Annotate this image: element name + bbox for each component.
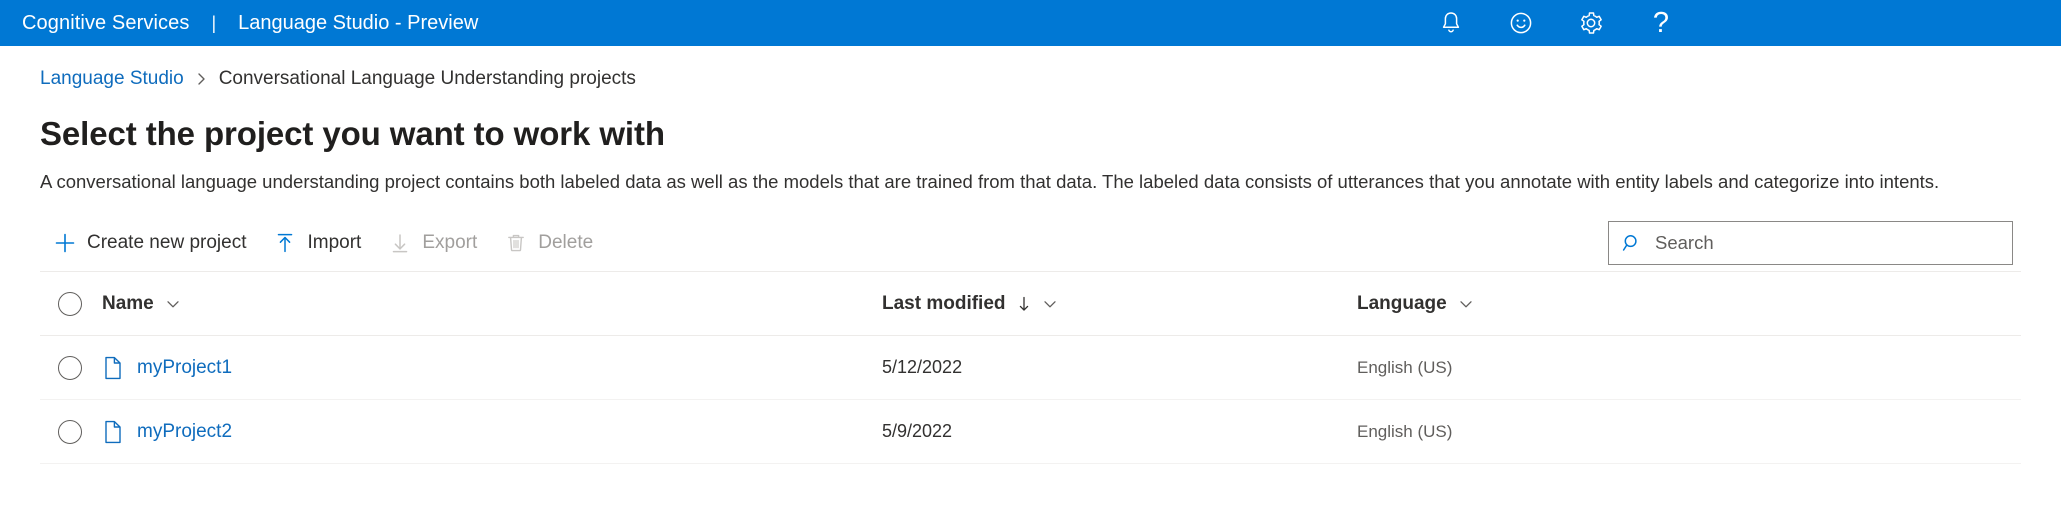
- table-row[interactable]: myProject1 5/12/2022 English (US): [40, 336, 2021, 401]
- search-box[interactable]: [1608, 221, 2013, 266]
- import-button[interactable]: Import: [260, 221, 375, 265]
- row-name-cell: myProject2: [102, 419, 882, 445]
- page-title: Select the project you want to work with: [40, 115, 665, 152]
- export-button[interactable]: Export: [375, 221, 491, 265]
- row-select-radio[interactable]: [58, 419, 82, 444]
- create-new-project-label: Create new project: [87, 232, 247, 254]
- export-label: Export: [422, 232, 478, 254]
- row-language-cell: English (US): [1357, 422, 2021, 442]
- notifications-bell-icon[interactable]: [1436, 8, 1466, 38]
- sort-descending-arrow-icon[interactable]: [1017, 295, 1031, 313]
- settings-gear-icon[interactable]: [1576, 8, 1606, 38]
- plus-icon: [54, 232, 76, 254]
- page-body: Language Studio Conversational Language …: [0, 68, 2061, 465]
- header-actions: ?: [1436, 8, 2061, 38]
- page-description: A conversational language understanding …: [40, 171, 1940, 192]
- brand-separator: |: [211, 12, 217, 33]
- select-all-radio[interactable]: [58, 291, 82, 316]
- document-icon: [102, 419, 124, 445]
- search-icon: [1621, 232, 1643, 254]
- import-label: Import: [307, 232, 362, 254]
- select-all-cell: [40, 291, 102, 316]
- breadcrumb-chevron-icon: [195, 72, 208, 86]
- row-language-cell: English (US): [1357, 358, 2021, 378]
- column-header-language-group[interactable]: Language: [1357, 289, 1474, 319]
- chevron-down-icon[interactable]: [1042, 296, 1058, 312]
- breadcrumb: Language Studio Conversational Language …: [40, 68, 2021, 90]
- delete-button[interactable]: Delete: [491, 221, 607, 265]
- download-arrow-icon: [389, 232, 411, 254]
- column-header-last-modified-group[interactable]: Last modified: [882, 289, 1058, 319]
- command-bar: Create new project Import Export Delete …: [40, 215, 2021, 273]
- upload-arrow-icon: [274, 232, 296, 254]
- row-select-cell: [40, 355, 102, 380]
- last-modified-value: 5/12/2022: [882, 357, 963, 378]
- table-header-row: Name Last modified Language: [40, 272, 2021, 337]
- breadcrumb-link-language-studio[interactable]: Language Studio: [40, 68, 184, 90]
- help-question-icon[interactable]: ?: [1646, 8, 1676, 38]
- column-header-language-label: Language: [1357, 292, 1447, 314]
- row-name-cell: myProject1: [102, 355, 882, 381]
- column-header-language[interactable]: Language: [1357, 289, 2021, 319]
- column-header-name-group[interactable]: Name: [102, 289, 181, 319]
- app-name-label: Language Studio - Preview: [238, 11, 479, 34]
- project-name-link[interactable]: myProject1: [137, 357, 232, 379]
- brand-label: Cognitive Services: [22, 11, 190, 34]
- column-header-last-modified-label: Last modified: [882, 292, 1006, 314]
- projects-table: Name Last modified Language myProject1 5…: [40, 272, 2021, 465]
- row-select-cell: [40, 419, 102, 444]
- delete-label: Delete: [538, 232, 594, 254]
- project-name-link[interactable]: myProject2: [137, 421, 232, 443]
- search-input[interactable]: [1653, 231, 2000, 256]
- row-last-modified-cell: 5/12/2022: [882, 357, 1357, 378]
- language-value: English (US): [1357, 357, 1453, 377]
- document-icon: [102, 355, 124, 381]
- breadcrumb-current: Conversational Language Understanding pr…: [218, 68, 636, 89]
- column-header-name-label: Name: [102, 292, 154, 314]
- chevron-down-icon[interactable]: [165, 296, 181, 312]
- row-select-radio[interactable]: [58, 355, 82, 380]
- create-new-project-button[interactable]: Create new project: [40, 221, 260, 265]
- table-row[interactable]: myProject2 5/9/2022 English (US): [40, 400, 2021, 465]
- row-last-modified-cell: 5/9/2022: [882, 421, 1357, 442]
- column-header-last-modified[interactable]: Last modified: [882, 289, 1357, 319]
- column-header-name[interactable]: Name: [102, 289, 882, 319]
- app-header-bar: Cognitive Services | Language Studio - P…: [0, 0, 2061, 46]
- feedback-smiley-icon[interactable]: [1506, 8, 1536, 38]
- language-value: English (US): [1357, 421, 1453, 441]
- chevron-down-icon[interactable]: [1458, 296, 1474, 312]
- trash-icon: [505, 232, 527, 254]
- last-modified-value: 5/9/2022: [882, 421, 953, 442]
- help-question-glyph: ?: [1652, 6, 1670, 39]
